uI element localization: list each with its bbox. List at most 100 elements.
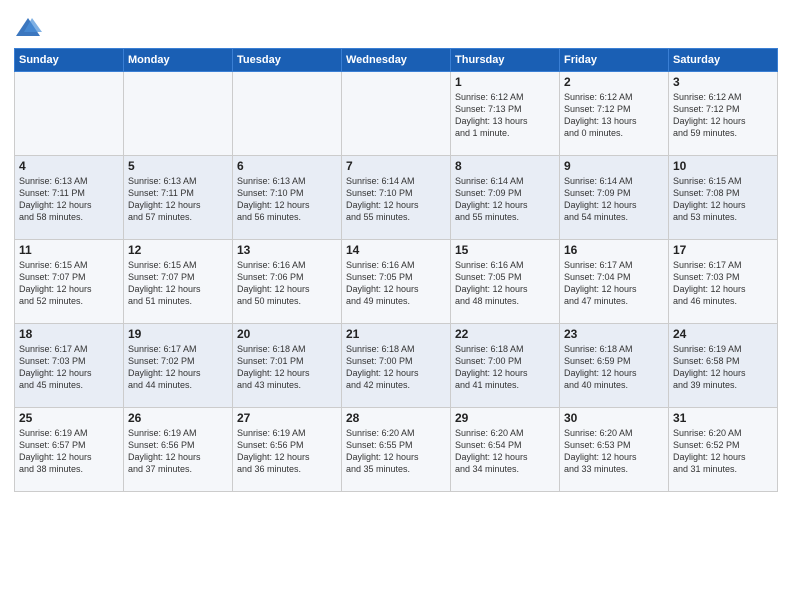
header (14, 10, 778, 42)
cell-content: Sunrise: 6:13 AM Sunset: 7:11 PM Dayligh… (128, 175, 228, 224)
day-number: 3 (673, 75, 773, 89)
calendar-table: SundayMondayTuesdayWednesdayThursdayFrid… (14, 48, 778, 492)
calendar-cell: 21 Sunrise: 6:18 AM Sunset: 7:00 PM Dayli… (342, 324, 451, 408)
cell-content: Sunrise: 6:14 AM Sunset: 7:09 PM Dayligh… (564, 175, 664, 224)
cell-content: Sunrise: 6:17 AM Sunset: 7:03 PM Dayligh… (19, 343, 119, 392)
cell-content: Sunrise: 6:19 AM Sunset: 6:56 PM Dayligh… (237, 427, 337, 476)
cell-content: Sunrise: 6:15 AM Sunset: 7:07 PM Dayligh… (128, 259, 228, 308)
day-number: 16 (564, 243, 664, 257)
calendar-header: SundayMondayTuesdayWednesdayThursdayFrid… (15, 49, 778, 72)
cell-content: Sunrise: 6:18 AM Sunset: 7:01 PM Dayligh… (237, 343, 337, 392)
cell-content: Sunrise: 6:19 AM Sunset: 6:56 PM Dayligh… (128, 427, 228, 476)
calendar-cell: 29 Sunrise: 6:20 AM Sunset: 6:54 PM Dayli… (451, 408, 560, 492)
calendar-cell (233, 72, 342, 156)
calendar-week-row: 1 Sunrise: 6:12 AM Sunset: 7:13 PM Daylig… (15, 72, 778, 156)
calendar-cell: 27 Sunrise: 6:19 AM Sunset: 6:56 PM Dayli… (233, 408, 342, 492)
calendar-week-row: 4 Sunrise: 6:13 AM Sunset: 7:11 PM Daylig… (15, 156, 778, 240)
calendar-cell: 2Sunrise: 6:12 AM Sunset: 7:12 PM Daylig… (560, 72, 669, 156)
calendar-cell (342, 72, 451, 156)
cell-content: Sunrise: 6:17 AM Sunset: 7:03 PM Dayligh… (673, 259, 773, 308)
calendar-cell: 23 Sunrise: 6:18 AM Sunset: 6:59 PM Dayli… (560, 324, 669, 408)
calendar-cell: 15Sunrise: 6:16 AM Sunset: 7:05 PM Dayli… (451, 240, 560, 324)
cell-content: Sunrise: 6:20 AM Sunset: 6:55 PM Dayligh… (346, 427, 446, 476)
logo-icon (14, 14, 42, 42)
calendar-week-row: 18 Sunrise: 6:17 AM Sunset: 7:03 PM Dayli… (15, 324, 778, 408)
calendar-cell: 11 Sunrise: 6:15 AM Sunset: 7:07 PM Dayli… (15, 240, 124, 324)
cell-content: Sunrise: 6:18 AM Sunset: 7:00 PM Dayligh… (455, 343, 555, 392)
cell-content: Sunrise: 6:17 AM Sunset: 7:02 PM Dayligh… (128, 343, 228, 392)
calendar-cell: 24Sunrise: 6:19 AM Sunset: 6:58 PM Dayli… (669, 324, 778, 408)
day-number: 22 (455, 327, 555, 341)
page: SundayMondayTuesdayWednesdayThursdayFrid… (0, 0, 792, 498)
calendar-cell: 16 Sunrise: 6:17 AM Sunset: 7:04 PM Dayli… (560, 240, 669, 324)
logo (14, 14, 46, 42)
day-number: 15 (455, 243, 555, 257)
cell-content: Sunrise: 6:15 AM Sunset: 7:08 PM Dayligh… (673, 175, 773, 224)
day-number: 20 (237, 327, 337, 341)
day-number: 14 (346, 243, 446, 257)
cell-content: Sunrise: 6:12 AM Sunset: 7:13 PM Dayligh… (455, 91, 555, 140)
cell-content: Sunrise: 6:13 AM Sunset: 7:10 PM Dayligh… (237, 175, 337, 224)
day-number: 29 (455, 411, 555, 425)
cell-content: Sunrise: 6:12 AM Sunset: 7:12 PM Dayligh… (564, 91, 664, 140)
cell-content: Sunrise: 6:17 AM Sunset: 7:04 PM Dayligh… (564, 259, 664, 308)
calendar-cell: 12Sunrise: 6:15 AM Sunset: 7:07 PM Dayli… (124, 240, 233, 324)
calendar-cell: 22 Sunrise: 6:18 AM Sunset: 7:00 PM Dayli… (451, 324, 560, 408)
day-number: 27 (237, 411, 337, 425)
calendar-cell: 14Sunrise: 6:16 AM Sunset: 7:05 PM Dayli… (342, 240, 451, 324)
cell-content: Sunrise: 6:19 AM Sunset: 6:58 PM Dayligh… (673, 343, 773, 392)
cell-content: Sunrise: 6:16 AM Sunset: 7:06 PM Dayligh… (237, 259, 337, 308)
cell-content: Sunrise: 6:18 AM Sunset: 7:00 PM Dayligh… (346, 343, 446, 392)
day-number: 9 (564, 159, 664, 173)
calendar-cell: 4Sunrise: 6:13 AM Sunset: 7:11 PM Daylig… (15, 156, 124, 240)
day-number: 21 (346, 327, 446, 341)
day-number: 19 (128, 327, 228, 341)
day-number: 26 (128, 411, 228, 425)
calendar-cell: 3Sunrise: 6:12 AM Sunset: 7:12 PM Daylig… (669, 72, 778, 156)
calendar-cell: 25 Sunrise: 6:19 AM Sunset: 6:57 PM Dayli… (15, 408, 124, 492)
day-number: 5 (128, 159, 228, 173)
day-number: 25 (19, 411, 119, 425)
day-number: 7 (346, 159, 446, 173)
cell-content: Sunrise: 6:20 AM Sunset: 6:52 PM Dayligh… (673, 427, 773, 476)
day-number: 30 (564, 411, 664, 425)
header-day: Sunday (15, 49, 124, 72)
header-day: Monday (124, 49, 233, 72)
calendar-cell: 10 Sunrise: 6:15 AM Sunset: 7:08 PM Dayli… (669, 156, 778, 240)
calendar-cell: 7Sunrise: 6:14 AM Sunset: 7:10 PM Daylig… (342, 156, 451, 240)
cell-content: Sunrise: 6:15 AM Sunset: 7:07 PM Dayligh… (19, 259, 119, 308)
header-day: Friday (560, 49, 669, 72)
header-row: SundayMondayTuesdayWednesdayThursdayFrid… (15, 49, 778, 72)
calendar-cell: 9 Sunrise: 6:14 AM Sunset: 7:09 PM Daylig… (560, 156, 669, 240)
calendar-cell: 1 Sunrise: 6:12 AM Sunset: 7:13 PM Daylig… (451, 72, 560, 156)
header-day: Wednesday (342, 49, 451, 72)
cell-content: Sunrise: 6:20 AM Sunset: 6:54 PM Dayligh… (455, 427, 555, 476)
calendar-cell: 13 Sunrise: 6:16 AM Sunset: 7:06 PM Dayli… (233, 240, 342, 324)
header-day: Saturday (669, 49, 778, 72)
calendar-cell: 17 Sunrise: 6:17 AM Sunset: 7:03 PM Dayli… (669, 240, 778, 324)
day-number: 13 (237, 243, 337, 257)
day-number: 10 (673, 159, 773, 173)
day-number: 11 (19, 243, 119, 257)
day-number: 1 (455, 75, 555, 89)
day-number: 23 (564, 327, 664, 341)
day-number: 8 (455, 159, 555, 173)
day-number: 18 (19, 327, 119, 341)
cell-content: Sunrise: 6:19 AM Sunset: 6:57 PM Dayligh… (19, 427, 119, 476)
calendar-cell: 31 Sunrise: 6:20 AM Sunset: 6:52 PM Dayli… (669, 408, 778, 492)
calendar-week-row: 11 Sunrise: 6:15 AM Sunset: 7:07 PM Dayli… (15, 240, 778, 324)
day-number: 31 (673, 411, 773, 425)
cell-content: Sunrise: 6:18 AM Sunset: 6:59 PM Dayligh… (564, 343, 664, 392)
calendar-cell (15, 72, 124, 156)
cell-content: Sunrise: 6:14 AM Sunset: 7:09 PM Dayligh… (455, 175, 555, 224)
calendar-cell: 5 Sunrise: 6:13 AM Sunset: 7:11 PM Daylig… (124, 156, 233, 240)
day-number: 4 (19, 159, 119, 173)
day-number: 17 (673, 243, 773, 257)
calendar-week-row: 25 Sunrise: 6:19 AM Sunset: 6:57 PM Dayli… (15, 408, 778, 492)
calendar-cell: 28 Sunrise: 6:20 AM Sunset: 6:55 PM Dayli… (342, 408, 451, 492)
day-number: 28 (346, 411, 446, 425)
header-day: Thursday (451, 49, 560, 72)
calendar-cell: 20 Sunrise: 6:18 AM Sunset: 7:01 PM Dayli… (233, 324, 342, 408)
cell-content: Sunrise: 6:20 AM Sunset: 6:53 PM Dayligh… (564, 427, 664, 476)
calendar-cell: 30 Sunrise: 6:20 AM Sunset: 6:53 PM Dayli… (560, 408, 669, 492)
